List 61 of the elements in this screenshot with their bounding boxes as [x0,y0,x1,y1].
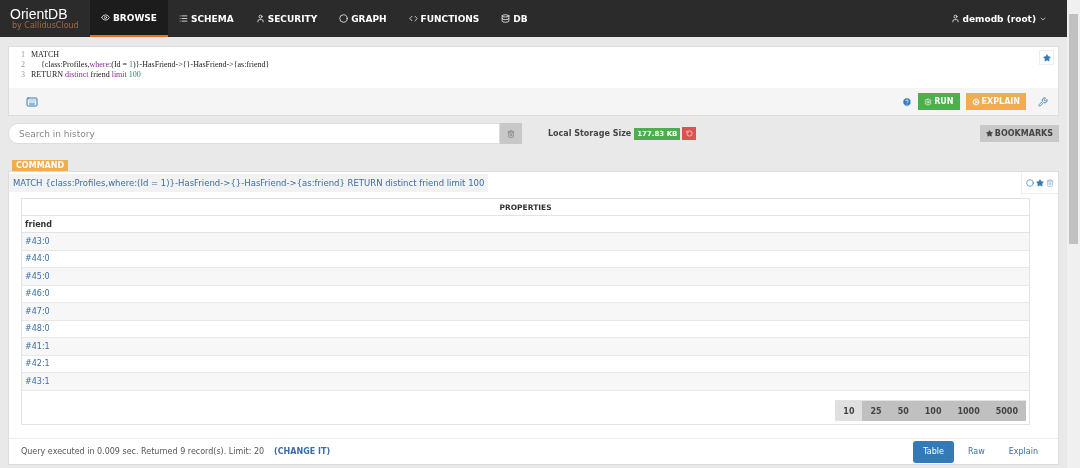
bookmarks-button[interactable]: BOOKMARKS [979,125,1059,142]
wrench-icon[interactable] [1038,96,1048,107]
record-link[interactable]: #43:0 [22,233,1029,251]
scrollbar[interactable] [1067,0,1080,468]
view-tab[interactable]: Explain [998,440,1048,463]
page-size-button[interactable]: 1000 [949,401,988,421]
page-size-button[interactable]: 100 [916,401,950,421]
keyboard-icon[interactable] [26,95,38,108]
query-editor[interactable]: 1 MATCH 2 {class:Profiles,where:(Id = 1)}-HasFriend->{}-HasFriend->{as:friend} 3 RETURN distinct friend limit 100 RUN EXPLAIN [8,46,1059,116]
code-line: {class:Profiles,where:(Id = 1)}-HasFriend->{}-HasFriend->{as:friend} [40,60,270,70]
gear-icon [924,97,933,106]
nav-tab[interactable]: BROWSE [90,0,168,37]
line-number: 3 [21,70,26,80]
database-icon [501,14,511,23]
command-badge: COMMAND [12,160,69,171]
view-tab[interactable]: Raw [957,440,995,463]
code-icon [408,14,418,23]
storage-label: Local Storage Size [548,129,632,138]
logo-name: OrientDB [10,7,68,21]
star-icon [1042,53,1051,62]
line-number: 2 [21,60,26,70]
nav-tab[interactable]: GRAPH [328,0,398,37]
page-size-button[interactable]: 25 [862,401,890,421]
clear-history-button[interactable] [500,123,522,144]
list-icon [179,14,188,23]
history-search-field[interactable]: Search in history [8,123,500,144]
trash-icon [507,129,515,138]
query-text[interactable]: MATCH {class:Profiles,where:(Id = 1)}-HasFriend->{}-HasFriend->{as:friend} RETURN distinct friend limit 100 [9,174,489,192]
reset-icon [685,130,693,137]
status-text: Query executed in 0.009 sec. Returned 9 record(s). Limit: 20 [21,447,265,456]
nav-tab[interactable]: SECURITY [244,0,329,37]
page-size-button[interactable]: 50 [889,401,917,421]
logo-tagline: by CallidusCloud [11,21,80,30]
code-line: RETURN distinct friend limit 100 [31,70,141,80]
nav-tab[interactable]: FUNCTIONS [397,0,491,37]
user-icon [950,14,960,23]
trash-icon[interactable] [1046,178,1054,187]
change-limit-link[interactable]: (CHANGE IT) [274,447,331,456]
help-icon[interactable] [902,96,913,107]
eye-icon [101,13,110,22]
bookmark-button[interactable] [1039,50,1054,65]
line-number: 1 [21,50,26,60]
view-tab[interactable]: Table [913,440,954,463]
logo[interactable]: OrientDB by CallidusCloud [0,0,90,37]
record-link[interactable]: #43:1 [22,373,1029,391]
nav-tab[interactable]: SCHEMA [168,0,245,37]
record-link[interactable]: #41:1 [22,338,1029,356]
nav-tab[interactable]: DB [490,0,539,37]
page-size-button[interactable]: 10 [835,401,863,421]
gears-icon [971,97,980,106]
user-menu[interactable]: demodb (root) [950,0,1047,37]
circle-icon[interactable] [1026,178,1034,187]
code-line: MATCH [31,50,59,60]
star-icon[interactable] [1036,178,1044,187]
star-icon [985,130,993,137]
page-size-button[interactable]: 5000 [987,401,1026,421]
record-link[interactable]: #45:0 [22,268,1029,286]
circle-icon [339,14,349,23]
reset-storage-button[interactable] [682,127,697,140]
record-link[interactable]: #47:0 [22,303,1029,321]
user-icon [255,14,265,23]
